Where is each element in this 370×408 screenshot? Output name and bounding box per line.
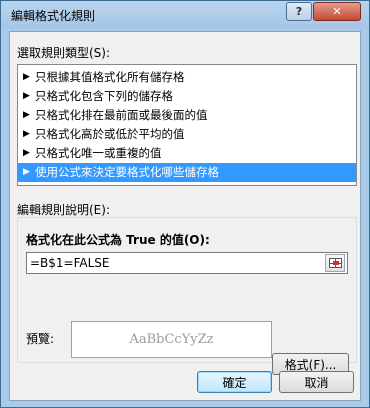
rule-type-item[interactable]: ▶ 只根據其值格式化所有儲存格 bbox=[18, 68, 356, 87]
collapse-arrow-icon bbox=[333, 261, 339, 265]
triangle-right-icon: ▶ bbox=[23, 72, 30, 82]
rule-type-item-label: 只根據其值格式化所有儲存格 bbox=[35, 70, 185, 84]
edit-rule-group: 格式化在此公式為 True 的值(O): 預覽: AaBbCcYyZz bbox=[17, 217, 357, 363]
rule-type-item-label: 只格式化唯一或重複的值 bbox=[35, 146, 162, 160]
dialog-window: 編輯格式化規則 ? ✕ 選取規則類型(S): ▶ 只根據其值格式化所有儲存格 ▶ 只… bbox=[0, 0, 370, 408]
preview-box: AaBbCcYyZz bbox=[71, 321, 272, 358]
help-button[interactable]: ? bbox=[286, 2, 312, 21]
title-bar[interactable]: 編輯格式化規則 ? ✕ bbox=[1, 1, 369, 29]
dialog-client-area: 選取規則類型(S): ▶ 只根據其值格式化所有儲存格 ▶ 只格式化包含下列的儲存格 … bbox=[9, 31, 361, 401]
ok-button[interactable]: 確定 bbox=[197, 371, 272, 393]
rule-type-item[interactable]: ▶ 只格式化唯一或重複的值 bbox=[18, 144, 356, 163]
edit-rule-label: 編輯規則說明(E): bbox=[17, 203, 110, 217]
triangle-right-icon: ▶ bbox=[23, 91, 30, 101]
cancel-button[interactable]: 取消 bbox=[279, 371, 354, 393]
triangle-right-icon: ▶ bbox=[23, 129, 30, 139]
rule-type-list[interactable]: ▶ 只根據其值格式化所有儲存格 ▶ 只格式化包含下列的儲存格 ▶ 只格式化排在最前面或… bbox=[17, 64, 357, 186]
close-button[interactable]: ✕ bbox=[313, 2, 361, 21]
preview-label: 預覽: bbox=[26, 332, 55, 346]
formula-field[interactable] bbox=[26, 252, 348, 274]
formula-input[interactable] bbox=[30, 255, 320, 271]
dialog-title: 編輯格式化規則 bbox=[11, 9, 96, 23]
rule-type-item-label: 只格式化排在最前面或最後面的值 bbox=[35, 108, 208, 122]
rule-type-item[interactable]: ▶ 只格式化高於或低於平均的值 bbox=[18, 125, 356, 144]
rule-type-item-label: 只格式化包含下列的儲存格 bbox=[35, 89, 173, 103]
rule-type-label: 選取規則類型(S): bbox=[17, 46, 111, 60]
rule-type-item[interactable]: ▶ 只格式化排在最前面或最後面的值 bbox=[18, 106, 356, 125]
triangle-right-icon: ▶ bbox=[23, 148, 30, 158]
rule-type-item-selected[interactable]: ▶ 使用公式來決定要格式化哪些儲存格 bbox=[18, 163, 356, 182]
formula-label: 格式化在此公式為 True 的值(O): bbox=[26, 233, 210, 247]
rule-type-item[interactable]: ▶ 只格式化包含下列的儲存格 bbox=[18, 87, 356, 106]
triangle-right-icon: ▶ bbox=[23, 167, 30, 177]
preview-sample: AaBbCcYyZz bbox=[129, 332, 214, 347]
range-selector-button[interactable] bbox=[325, 254, 345, 272]
rule-type-item-label: 使用公式來決定要格式化哪些儲存格 bbox=[35, 165, 219, 179]
triangle-right-icon: ▶ bbox=[23, 110, 30, 120]
rule-type-item-label: 只格式化高於或低於平均的值 bbox=[35, 127, 185, 141]
